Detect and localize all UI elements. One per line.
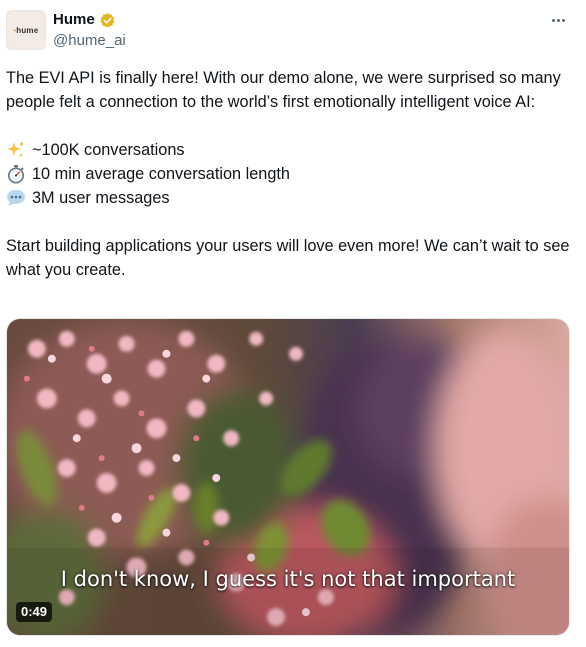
tweet-card: •hume Hume @hume_ai The EVI API is final…	[0, 0, 586, 647]
author-display-name[interactable]: Hume	[53, 11, 95, 29]
stat-text: ~100K conversations	[32, 141, 185, 159]
stat-line-conversations: ~100K conversations	[6, 138, 574, 162]
tweet-paragraph-intro: The EVI API is finally here! With our de…	[6, 69, 561, 111]
avatar[interactable]: •hume	[6, 10, 46, 50]
video-duration-badge: 0:49	[16, 602, 53, 622]
more-options-button[interactable]	[546, 12, 570, 28]
stat-text: 3M user messages	[32, 189, 170, 207]
tweet-paragraph-outro: Start building applications your users w…	[6, 237, 570, 279]
stat-line-length: 10 min average conversation length	[6, 162, 574, 186]
tweet-header: •hume Hume @hume_ai	[6, 8, 576, 54]
stopwatch-icon	[8, 165, 24, 184]
dot-icon	[551, 18, 555, 22]
author-handle[interactable]: @hume_ai	[53, 32, 126, 50]
dot-icon	[561, 18, 565, 22]
stat-line-messages: 3M user messages	[6, 186, 574, 210]
tweet-text: The EVI API is finally here! With our de…	[6, 66, 574, 282]
video-caption: I don't know, I guess it's not that impo…	[60, 567, 516, 591]
speech-bubble-icon	[7, 190, 25, 207]
sparkles-icon	[7, 141, 25, 158]
verified-badge-icon	[100, 12, 115, 27]
author-name-row: Hume	[53, 11, 116, 29]
stat-text: 10 min average conversation length	[32, 165, 290, 183]
dot-icon	[556, 18, 560, 22]
hume-logo: •hume	[13, 25, 39, 35]
